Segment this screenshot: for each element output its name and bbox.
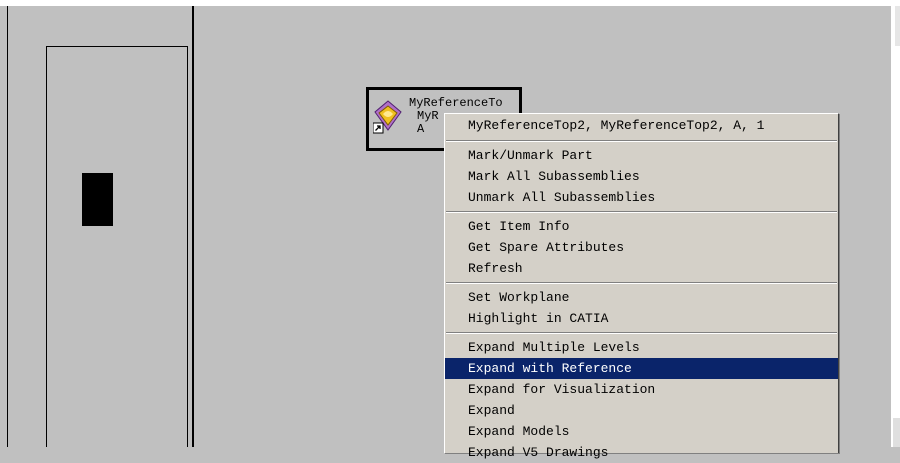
menu-item-expand-v5-drawings[interactable]: Expand V5 Drawings: [445, 442, 838, 463]
menu-item-get-item-info[interactable]: Get Item Info: [445, 216, 838, 237]
left-node-marker: [82, 173, 113, 226]
node-label-line-3: A: [417, 122, 425, 136]
menu-item-mark-unmark-part[interactable]: Mark/Unmark Part: [445, 145, 838, 166]
menu-item-expand-models[interactable]: Expand Models: [445, 421, 838, 442]
menu-item-mark-all-subassemblies[interactable]: Mark All Subassemblies: [445, 166, 838, 187]
menu-item-expand[interactable]: Expand: [445, 400, 838, 421]
menu-item-get-spare-attributes[interactable]: Get Spare Attributes: [445, 237, 838, 258]
context-menu: MyReferenceTop2, MyReferenceTop2, A, 1 M…: [444, 113, 839, 460]
menu-header: MyReferenceTop2, MyReferenceTop2, A, 1: [468, 118, 765, 133]
menu-separator: [446, 282, 837, 284]
menu-item-refresh[interactable]: Refresh: [445, 258, 838, 279]
scrollbar-down-arrow[interactable]: [893, 418, 900, 447]
menu-item-expand-for-visualization[interactable]: Expand for Visualization: [445, 379, 838, 400]
menu-separator: [446, 140, 837, 142]
menu-item-highlight-in-catia[interactable]: Highlight in CATIA: [445, 308, 838, 329]
tree-canvas: MyReferenceTo MyR A MyReferenceTop2, MyR…: [0, 0, 900, 460]
menu-item-unmark-all-subassemblies[interactable]: Unmark All Subassemblies: [445, 187, 838, 208]
menu-separator: [446, 332, 837, 334]
menu-item-expand-multiple-levels[interactable]: Expand Multiple Levels: [445, 337, 838, 358]
scrollbar-thumb[interactable]: [895, 6, 900, 46]
catia-part-icon: [373, 100, 402, 134]
vertical-scrollbar[interactable]: [891, 6, 900, 447]
panel-divider[interactable]: [192, 6, 194, 447]
menu-separator: [446, 211, 837, 213]
menu-item-expand-with-reference[interactable]: Expand with Reference: [445, 358, 838, 379]
menu-item-set-workplane[interactable]: Set Workplane: [445, 287, 838, 308]
shortcut-arrow-icon: [373, 122, 384, 134]
left-node-box: [46, 46, 188, 447]
